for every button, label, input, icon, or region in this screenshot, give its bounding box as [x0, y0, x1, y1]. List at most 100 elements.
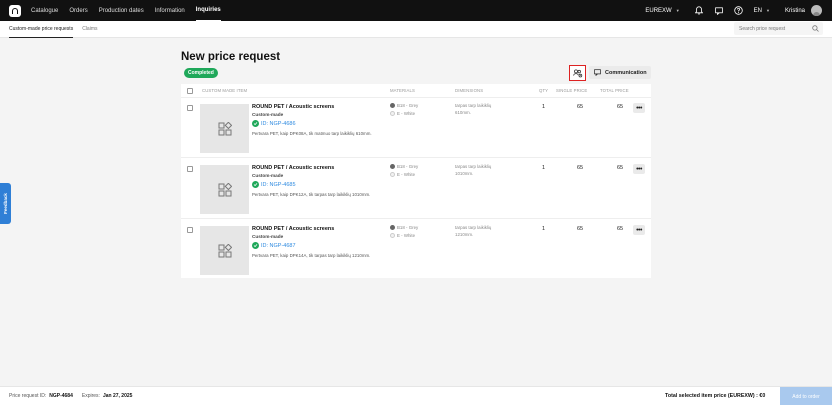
placeholder-image-icon	[218, 182, 232, 196]
dimension-label: tarpas tarp laikiklių	[455, 103, 492, 108]
users-gear-icon	[572, 69, 582, 77]
material-label: E - White	[397, 233, 416, 238]
material-grey: B18 - Grey	[390, 103, 418, 108]
product-type: Custom-made	[252, 234, 284, 239]
header-custom-made-item: Custom made item	[202, 88, 248, 93]
single-price: 65	[577, 165, 584, 171]
product-id-link[interactable]: ID: NGP-4687	[252, 242, 296, 249]
feedback-label: Feedback	[3, 193, 9, 214]
nav-item-production-dates[interactable]: Production dates	[99, 0, 144, 21]
total-price: 65	[617, 226, 624, 232]
material-label: B18 - Grey	[397, 103, 419, 108]
feedback-tab[interactable]: Feedback	[0, 183, 11, 224]
dimension-value: 610mm.	[455, 110, 471, 115]
color-swatch-white	[390, 111, 395, 116]
top-right-controls: EUREXW ▼ EN ▼ Kristina	[645, 0, 832, 21]
currency-selector[interactable]: EUREXW ▼	[645, 8, 679, 14]
check-circle-icon	[252, 120, 259, 127]
material-grey: B18 - Grey	[390, 225, 418, 230]
footer-bar: Price request ID: NGP-4684 Expires: Jan …	[0, 386, 832, 405]
product-id-link[interactable]: ID: NGP-4685	[252, 181, 296, 188]
product-thumbnail	[200, 104, 249, 153]
product-description: Pertvara PET, kaip DPK12A, tik tarpas ta…	[252, 192, 371, 197]
select-all-checkbox[interactable]	[187, 88, 193, 94]
currency-label: EUREXW	[645, 7, 672, 14]
product-name: ROUND PET / Acoustic screens	[252, 165, 335, 171]
placeholder-image-icon	[218, 243, 232, 257]
row-checkbox[interactable]	[187, 227, 193, 233]
dimension-label: tarpas tarp laikiklių	[455, 164, 492, 169]
quantity: 1	[542, 226, 546, 232]
product-thumbnail	[200, 226, 249, 275]
product-type: Custom-made	[252, 112, 284, 117]
color-swatch-grey	[390, 225, 395, 230]
more-options-button[interactable]: •••	[633, 225, 645, 235]
row-checkbox[interactable]	[187, 105, 193, 111]
color-swatch-white	[390, 233, 395, 238]
more-options-button[interactable]: •••	[633, 103, 645, 113]
total-price: 65	[617, 165, 624, 171]
nav-item-information[interactable]: Information	[155, 0, 185, 21]
nav-item-catalogue[interactable]: Catalogue	[31, 0, 58, 21]
language-selector[interactable]: EN ▼	[754, 8, 770, 14]
quantity: 1	[542, 165, 546, 171]
more-options-button[interactable]: •••	[633, 164, 645, 174]
dimension-label: tarpas tarp laikiklių	[455, 225, 492, 230]
product-description: Pertvara PET, kaip DPK08A, tik matmuo ta…	[252, 131, 372, 136]
tab-claims[interactable]: Claims	[82, 21, 97, 38]
material-label: B18 - Grey	[397, 164, 419, 169]
check-circle-icon	[252, 181, 259, 188]
color-swatch-white	[390, 172, 395, 177]
product-id: ID: NGP-4685	[261, 181, 296, 188]
chevron-down-icon: ▼	[675, 7, 680, 13]
dimension-value: 1010mm.	[455, 171, 474, 176]
product-name: ROUND PET / Acoustic screens	[252, 104, 335, 110]
material-grey: B18 - Grey	[390, 164, 418, 169]
avatar[interactable]	[811, 5, 822, 16]
search-icon[interactable]	[812, 25, 819, 34]
add-to-order-button[interactable]: Add to order	[780, 387, 832, 405]
product-name: ROUND PET / Acoustic screens	[252, 226, 335, 232]
check-circle-icon	[252, 242, 259, 249]
expires-label: Expires:	[81, 393, 100, 399]
chevron-down-icon: ▼	[766, 7, 770, 13]
quantity: 1	[542, 104, 546, 110]
single-price: 65	[577, 226, 584, 232]
product-type: Custom-made	[252, 173, 284, 178]
dimension-value: 1210mm.	[455, 232, 474, 237]
material-white: E - White	[390, 233, 415, 238]
header-dimensions: Dimensions	[455, 88, 484, 93]
product-description: Pertvara PET, kaip DPK14A, tik tarpas ta…	[252, 253, 371, 258]
table-row: ROUND PET / Acoustic screens Custom-made…	[181, 159, 651, 219]
help-icon[interactable]	[734, 6, 744, 16]
top-navigation: Catalogue Orders Production dates Inform…	[0, 0, 832, 21]
row-checkbox[interactable]	[187, 166, 193, 172]
bell-icon[interactable]	[694, 6, 704, 16]
request-id-value: NGP-4684	[49, 393, 73, 399]
product-id-link[interactable]: ID: NGP-4686	[252, 120, 296, 127]
tab-custom-made-price-requests[interactable]: Custom-made price requests	[9, 21, 74, 38]
table-row: ROUND PET / Acoustic screens Custom-made…	[181, 98, 651, 158]
nav-item-inquiries[interactable]: Inquiries	[195, 0, 221, 21]
placeholder-image-icon	[218, 121, 232, 135]
nav-item-orders[interactable]: Orders	[69, 0, 87, 21]
single-price: 65	[577, 104, 584, 110]
material-label: B18 - Grey	[397, 225, 419, 230]
color-swatch-grey	[390, 103, 395, 108]
language-label: EN	[753, 7, 763, 14]
header-single-price: Single price	[556, 88, 588, 93]
header-total-price: Total price	[600, 88, 629, 93]
search-box	[734, 22, 823, 35]
communication-button[interactable]: Communication	[589, 66, 651, 79]
material-white: E - White	[390, 172, 415, 177]
page-title: New price request	[181, 51, 281, 63]
users-settings-button[interactable]	[569, 65, 586, 81]
brand-logo-icon[interactable]	[9, 4, 21, 17]
user-name[interactable]: Kristina	[785, 8, 805, 14]
material-label: E - White	[397, 172, 416, 177]
chat-icon[interactable]	[714, 6, 724, 16]
product-thumbnail	[200, 165, 249, 214]
search-input[interactable]	[739, 25, 809, 32]
table-header: Custom made item Materials Dimensions Qt…	[181, 84, 651, 98]
status-badge: Completed	[184, 68, 218, 78]
